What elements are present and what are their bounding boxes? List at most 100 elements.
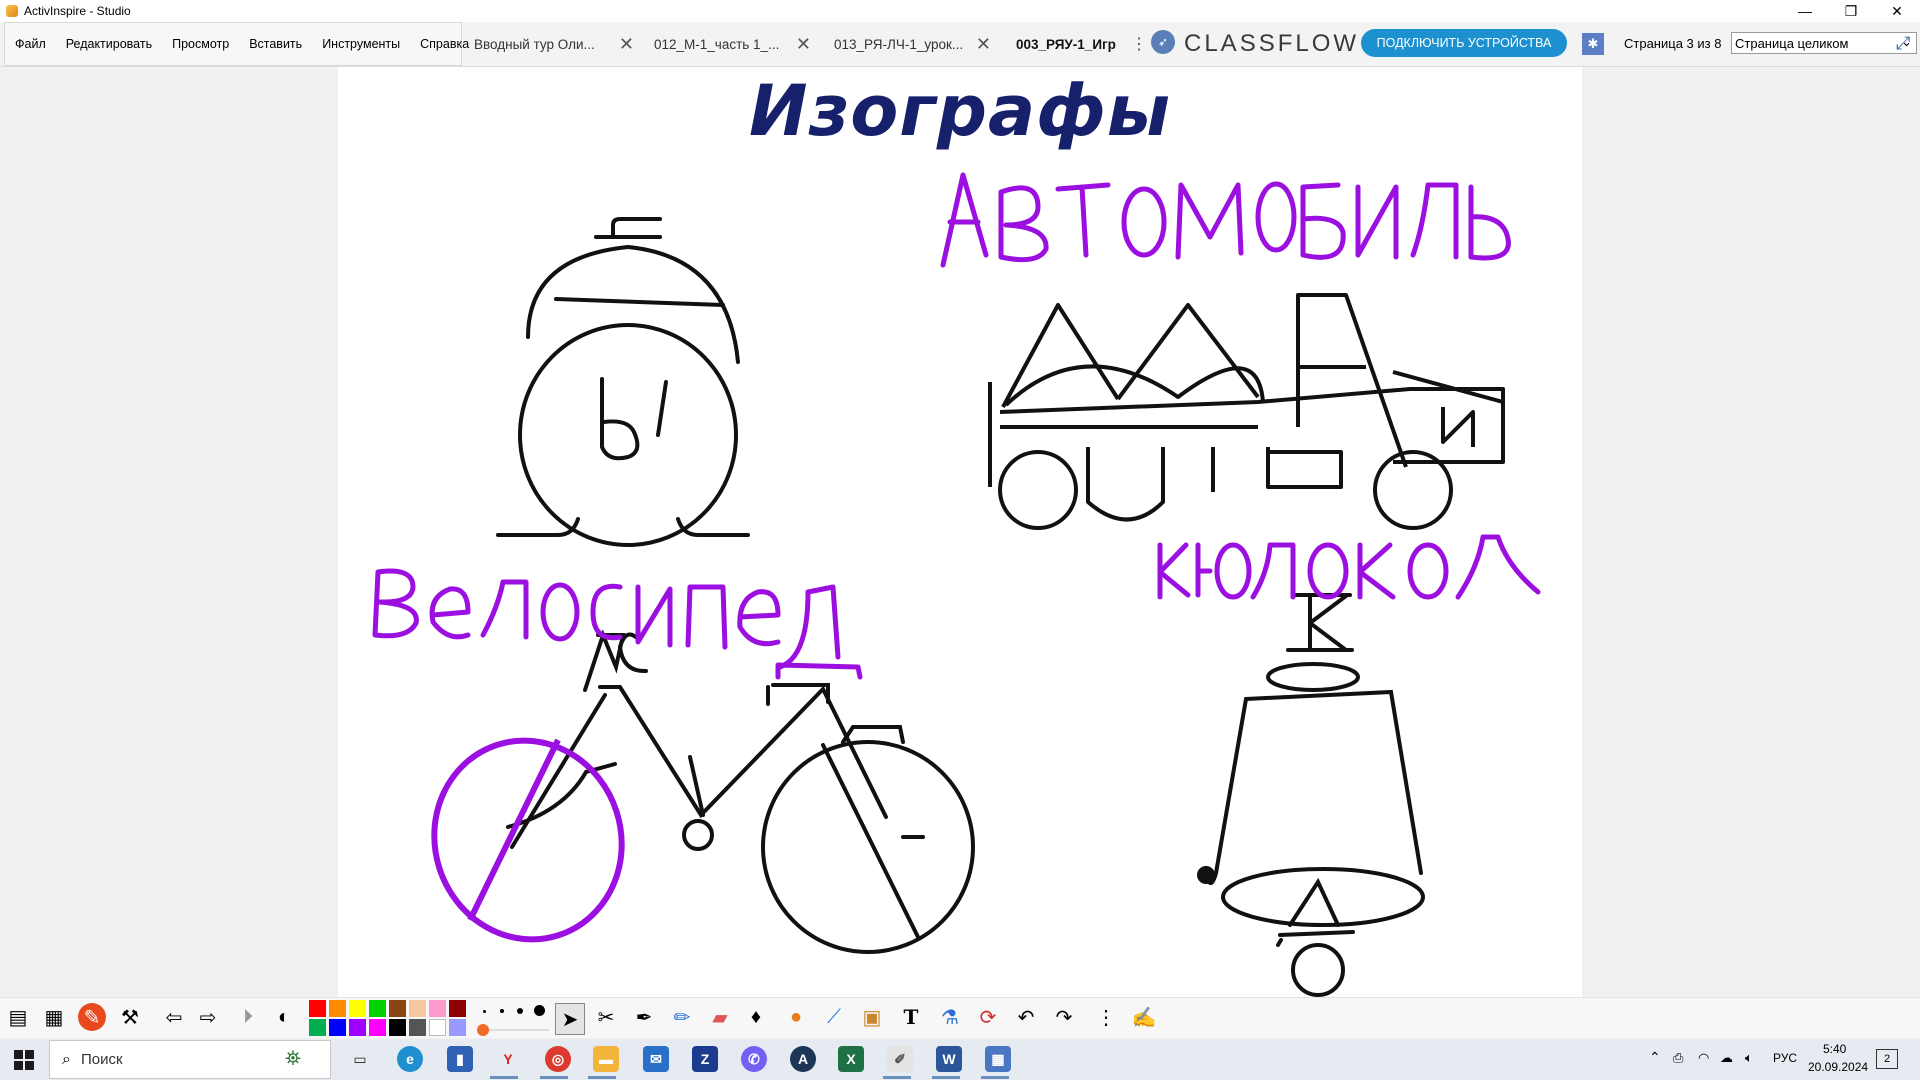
yandex-browser-icon[interactable]: Y xyxy=(495,1046,521,1072)
astra-icon[interactable]: A xyxy=(790,1046,816,1072)
clock-time[interactable]: 5:40 xyxy=(1823,1042,1846,1056)
device-icon[interactable]: ⎙ xyxy=(1673,1050,1683,1066)
pen-circle-icon[interactable]: ✎ xyxy=(78,1003,106,1031)
tools-icon[interactable]: ✂ xyxy=(592,1003,620,1031)
pen-tool-icon[interactable]: ✒ xyxy=(630,1003,658,1031)
connector-icon[interactable]: ⟋ xyxy=(820,1003,848,1031)
color-swatch[interactable] xyxy=(349,1000,366,1017)
presentation-app-icon[interactable]: ▦ xyxy=(985,1046,1011,1072)
menu-insert[interactable]: Вставить xyxy=(239,37,312,51)
chrome-icon[interactable]: ◎ xyxy=(545,1046,571,1072)
color-swatch[interactable] xyxy=(449,1000,466,1017)
color-swatch[interactable] xyxy=(349,1019,366,1036)
restore-button[interactable]: ❐ xyxy=(1828,0,1874,22)
chevron-up-icon[interactable]: ⌃ xyxy=(1649,1049,1661,1066)
menu-file[interactable]: Файл xyxy=(5,37,56,51)
color-swatch[interactable] xyxy=(369,1019,386,1036)
eraser-icon[interactable]: ▰ xyxy=(706,1003,734,1031)
previous-page-icon[interactable]: ⇦ xyxy=(160,1003,188,1031)
classflow-logo: CLASSFLOW xyxy=(1184,30,1360,57)
menu-view[interactable]: Просмотр xyxy=(162,37,239,51)
word-avtomobil xyxy=(940,172,1511,268)
wifi-icon[interactable]: ◠ xyxy=(1698,1050,1709,1066)
excel-icon[interactable]: X xyxy=(838,1046,864,1072)
menu-help[interactable]: Справка xyxy=(410,37,479,51)
text-tool-icon[interactable]: T xyxy=(897,1003,925,1031)
title-bar: ActivInspire - Studio — ❐ ✕ xyxy=(0,0,1920,22)
color-swatch[interactable] xyxy=(449,1019,466,1036)
shape-icon[interactable]: ● xyxy=(782,1003,810,1031)
color-swatch[interactable] xyxy=(369,1000,386,1017)
page-browser-icon[interactable]: ✱ xyxy=(1582,33,1604,55)
minimize-button[interactable]: — xyxy=(1782,0,1828,22)
activinspire-taskbar-icon[interactable]: ✐ xyxy=(887,1046,913,1072)
width-dot[interactable] xyxy=(517,1008,523,1014)
edge-icon[interactable]: e xyxy=(397,1046,423,1072)
close-tab-icon[interactable]: ✕ xyxy=(796,34,811,55)
close-button[interactable]: ✕ xyxy=(1874,0,1920,22)
running-indicator xyxy=(588,1076,616,1079)
close-tab-icon[interactable]: ✕ xyxy=(619,34,634,55)
document-tab[interactable]: 013_РЯ-ЛЧ-1_урок... ✕ xyxy=(834,22,991,66)
next-page-icon[interactable]: ⇨ xyxy=(194,1003,222,1031)
width-dot[interactable] xyxy=(500,1009,504,1013)
fullscreen-icon[interactable]: ⤢ xyxy=(1896,33,1910,54)
fill-icon[interactable]: ♦ xyxy=(742,1003,770,1031)
viber-icon[interactable]: ✆ xyxy=(741,1046,767,1072)
redo-icon[interactable]: ↷ xyxy=(1050,1003,1078,1031)
reset-page-icon[interactable]: ⟳ xyxy=(974,1003,1002,1031)
document-tab-active[interactable]: 003_РЯУ-1_Игр xyxy=(1016,22,1126,66)
volume-icon[interactable]: 🔈︎ xyxy=(1745,1050,1753,1066)
undo-icon[interactable]: ↶ xyxy=(1012,1003,1040,1031)
width-dot[interactable] xyxy=(534,1005,545,1016)
taskbar-search[interactable]: ⌕ Поиск ⛯ xyxy=(49,1040,331,1079)
dashboard-icon[interactable]: ▦ xyxy=(40,1003,68,1031)
desktop-tools-icon[interactable]: ◐ xyxy=(270,1003,298,1031)
flipchart-page[interactable]: Изографы xyxy=(338,67,1582,997)
clock-date[interactable]: 20.09.2024 xyxy=(1808,1060,1868,1074)
menu-tools[interactable]: Инструменты xyxy=(312,37,410,51)
mail-icon[interactable]: ✉ xyxy=(643,1046,669,1072)
width-slider-track[interactable] xyxy=(489,1029,549,1031)
windows-start-icon[interactable] xyxy=(14,1050,34,1070)
select-tool-icon[interactable]: ➤ xyxy=(555,1003,585,1035)
width-slider-handle[interactable] xyxy=(477,1024,489,1036)
color-swatch[interactable] xyxy=(329,1019,346,1036)
running-indicator xyxy=(981,1076,1009,1079)
menu-edit[interactable]: Редактировать xyxy=(56,37,162,51)
classflow-rocket-icon[interactable]: ➶ xyxy=(1151,30,1175,54)
highlighter-icon[interactable]: ✏ xyxy=(668,1003,696,1031)
magic-ink-icon[interactable]: ▣ xyxy=(858,1003,886,1031)
calendar-icon[interactable]: Z xyxy=(692,1046,718,1072)
document-tab[interactable]: Вводный тур Оли... ✕ xyxy=(474,22,634,66)
language-indicator[interactable]: РУС xyxy=(1773,1051,1797,1065)
task-view-icon[interactable]: ▭ xyxy=(347,1046,373,1072)
main-menu-icon[interactable]: ▤ xyxy=(4,1003,32,1031)
resource-browser-icon[interactable]: ⚒ xyxy=(116,1003,144,1031)
color-swatch[interactable] xyxy=(309,1019,326,1036)
color-swatch[interactable] xyxy=(409,1019,426,1036)
play-icon[interactable]: ⏵ xyxy=(234,1003,262,1031)
width-dot[interactable] xyxy=(483,1010,486,1013)
clear-icon[interactable]: ⚗ xyxy=(936,1003,964,1031)
color-swatch[interactable] xyxy=(309,1000,326,1017)
color-swatch[interactable] xyxy=(429,1019,446,1036)
color-swatch[interactable] xyxy=(409,1000,426,1017)
more-tools-icon[interactable]: ⋮ xyxy=(1092,1003,1120,1031)
zoom-select[interactable]: Страница целиком ⌄ xyxy=(1731,32,1917,54)
color-swatch[interactable] xyxy=(389,1019,406,1036)
cloud-icon[interactable]: ☁ xyxy=(1720,1050,1733,1066)
store-icon[interactable]: ▮ xyxy=(447,1046,473,1072)
document-tab[interactable]: 012_М-1_часть 1_... ✕ xyxy=(654,22,811,66)
notification-center-icon[interactable]: 2 xyxy=(1876,1049,1898,1069)
toolbox-edit-icon[interactable]: ✍ xyxy=(1130,1003,1158,1031)
more-tabs-icon[interactable]: ⋮ xyxy=(1131,34,1147,54)
connect-devices-button[interactable]: ПОДКЛЮЧИТЬ УСТРОЙСТВА xyxy=(1361,29,1567,57)
color-swatch[interactable] xyxy=(329,1000,346,1017)
file-explorer-icon[interactable]: ▬ xyxy=(593,1046,619,1072)
color-swatch[interactable] xyxy=(389,1000,406,1017)
word-icon[interactable]: W xyxy=(936,1046,962,1072)
close-tab-icon[interactable]: ✕ xyxy=(976,34,991,55)
color-swatch[interactable] xyxy=(429,1000,446,1017)
tab-label: Вводный тур Оли... xyxy=(474,36,595,52)
